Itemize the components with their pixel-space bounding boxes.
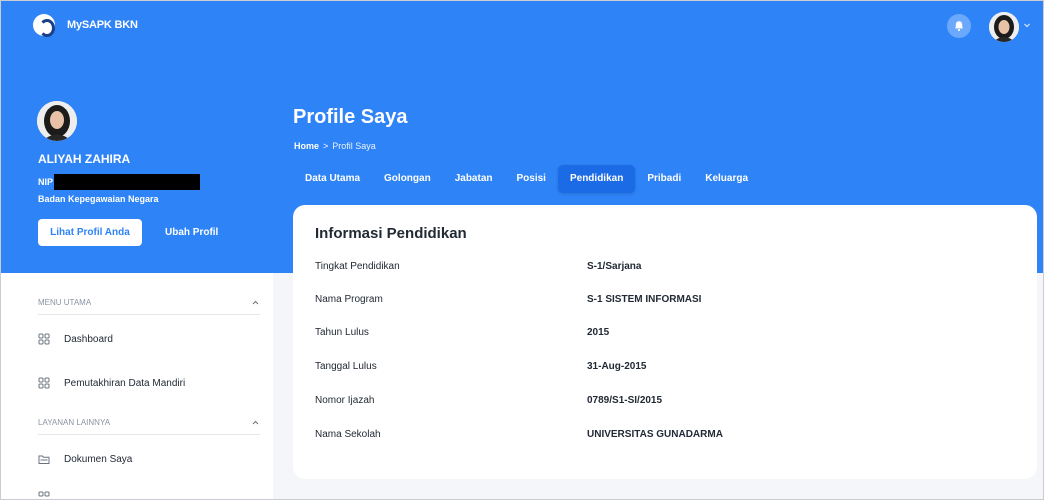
grid-icon xyxy=(38,333,50,345)
sidebar-item-label: Pemutakhiran Data Mandiri xyxy=(64,377,186,389)
info-value: 0789/S1-SI/2015 xyxy=(587,395,663,406)
info-value: UNIVERSITAS GUNADARMA xyxy=(587,429,723,440)
info-label: Tahun Lulus xyxy=(315,327,369,338)
sidebar-item-label: Dokumen Saya xyxy=(64,453,133,465)
grid-icon xyxy=(38,377,50,389)
app-logo-icon xyxy=(33,14,55,37)
info-value: S-1/Sarjana xyxy=(587,261,642,272)
folder-icon xyxy=(38,453,50,465)
tab-pendidikan[interactable]: Pendidikan xyxy=(557,165,636,193)
chevron-up-icon[interactable] xyxy=(251,298,260,307)
edit-profile-button[interactable]: Ubah Profil xyxy=(157,219,226,246)
info-label: Nama Program xyxy=(315,294,383,305)
brand-name: MySAPK BKN xyxy=(67,19,138,31)
info-label: Nama Sekolah xyxy=(315,429,381,440)
app-window: MySAPK BKN ALIYAH ZAHIRA NIP Badan Kepeg… xyxy=(0,0,1044,500)
sidebar-item-dokumen-saya[interactable]: Dokumen Saya xyxy=(38,449,132,469)
info-label: Nomor Ijazah xyxy=(315,395,375,406)
sidebar-item-dashboard[interactable]: Dashboard xyxy=(38,329,113,349)
info-value: 31-Aug-2015 xyxy=(587,361,647,372)
sidebar-menu: MENU UTAMA Dashboard Pemutakhiran Data M… xyxy=(1,273,273,499)
view-profile-button[interactable]: Lihat Profil Anda xyxy=(38,219,142,246)
tab-pribadi[interactable]: Pribadi xyxy=(635,165,693,193)
section-header-menu-utama[interactable]: MENU UTAMA xyxy=(38,291,260,315)
chevron-up-icon[interactable] xyxy=(251,418,260,427)
sidebar-item-partial[interactable] xyxy=(38,487,64,499)
notification-bell-icon[interactable] xyxy=(947,14,971,38)
tab-golongan[interactable]: Golongan xyxy=(372,165,443,193)
tab-keluarga[interactable]: Keluarga xyxy=(693,165,760,193)
education-info-card: Informasi Pendidikan Tingkat Pendidikan … xyxy=(293,205,1037,479)
info-label: Tanggal Lulus xyxy=(315,361,377,372)
breadcrumb-home[interactable]: Home xyxy=(294,141,319,151)
grid-icon xyxy=(38,491,50,499)
sidebar-item-label: Dashboard xyxy=(64,333,113,345)
chevron-down-icon[interactable] xyxy=(1023,21,1031,29)
nip-redaction xyxy=(54,174,201,190)
profile-tabs: Data Utama Golongan Jabatan Posisi Pendi… xyxy=(293,165,760,193)
profile-organization: Badan Kepegawaian Negara xyxy=(38,194,159,204)
nip-label: NIP xyxy=(38,177,54,187)
profile-name: ALIYAH ZAHIRA xyxy=(38,152,131,166)
brand[interactable]: MySAPK BKN xyxy=(33,14,138,37)
profile-nip: NIP xyxy=(38,174,201,190)
page-title: Profile Saya xyxy=(293,106,408,128)
tab-data-utama[interactable]: Data Utama xyxy=(293,165,372,193)
sidebar-item-pemutakhiran[interactable]: Pemutakhiran Data Mandiri xyxy=(38,373,185,393)
breadcrumb: Home > Profil Saya xyxy=(294,141,376,151)
profile-avatar xyxy=(37,101,77,141)
section-header-layanan-lainnya[interactable]: LAYANAN LAINNYA xyxy=(38,411,260,435)
section-title: LAYANAN LAINNYA xyxy=(38,418,111,427)
card-title: Informasi Pendidikan xyxy=(315,225,467,242)
breadcrumb-separator: > xyxy=(323,141,329,151)
info-label: Tingkat Pendidikan xyxy=(315,261,400,272)
user-avatar[interactable] xyxy=(989,12,1019,42)
section-title: MENU UTAMA xyxy=(38,298,92,307)
tab-jabatan[interactable]: Jabatan xyxy=(443,165,505,193)
info-value: S-1 SISTEM INFORMASI xyxy=(587,294,702,305)
tab-posisi[interactable]: Posisi xyxy=(505,165,558,193)
breadcrumb-current: Profil Saya xyxy=(332,141,376,151)
info-value: 2015 xyxy=(587,327,610,338)
